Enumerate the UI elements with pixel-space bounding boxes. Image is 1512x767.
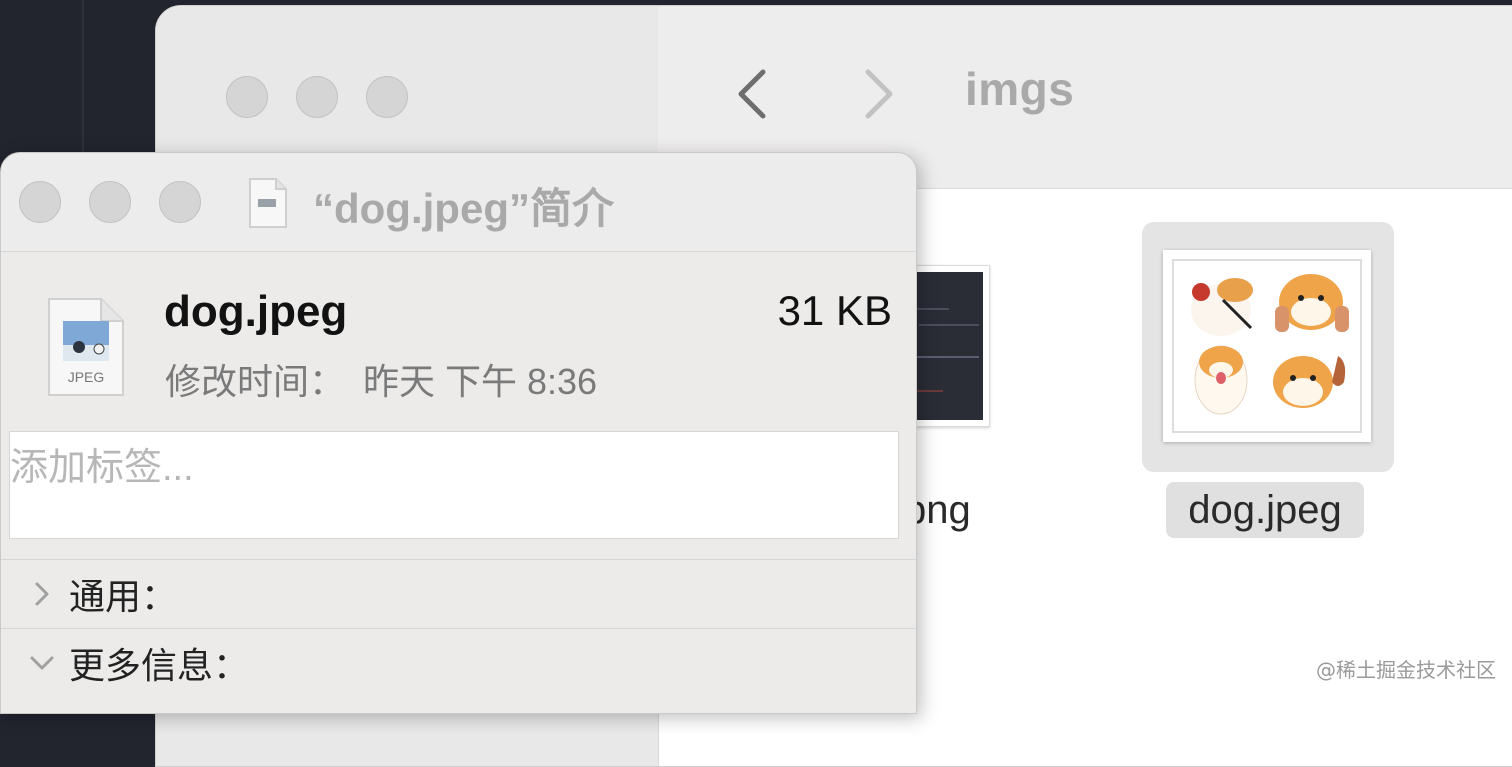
section-more-info[interactable]: 更多信息： — [1, 628, 916, 697]
modified-label: 修改时间： — [165, 361, 346, 402]
close-button[interactable] — [226, 76, 268, 118]
finder-title: imgs — [965, 63, 1075, 115]
file-icon-label: JPEG — [67, 369, 105, 385]
forward-button[interactable] — [858, 64, 898, 124]
watermark: @稀土掘金技术社区 — [1316, 658, 1496, 682]
chevron-right-icon — [35, 582, 49, 606]
info-zoom-button[interactable] — [159, 181, 201, 223]
dog-file-name[interactable]: dog.jpeg — [1166, 482, 1364, 538]
back-button[interactable] — [733, 64, 773, 124]
tag-placeholder: 添加标签... — [10, 447, 194, 489]
document-icon — [246, 177, 290, 229]
info-minimize-button[interactable] — [89, 181, 131, 223]
chevron-right-icon — [865, 69, 893, 119]
get-info-window: “dog.jpeg”简介 JPEG dog.jpeg 31 KB 修改时间： 昨… — [0, 152, 917, 714]
section-general[interactable]: 通用： — [1, 559, 916, 628]
info-titlebar: “dog.jpeg”简介 — [1, 153, 916, 252]
chevron-left-icon — [738, 69, 766, 119]
zoom-button[interactable] — [366, 76, 408, 118]
info-file-size: 31 KB — [777, 287, 892, 334]
chevron-down-icon — [30, 656, 54, 670]
dog-image-thumbnail[interactable] — [1163, 250, 1371, 442]
section-more-info-label: 更多信息： — [69, 645, 250, 686]
add-tags-field[interactable]: 添加标签... — [9, 431, 899, 539]
info-close-button[interactable] — [19, 181, 61, 223]
info-file-name: dog.jpeg — [164, 287, 348, 336]
info-window-title: “dog.jpeg”简介 — [313, 185, 614, 232]
jpeg-file-icon: JPEG — [45, 295, 127, 399]
minimize-button[interactable] — [296, 76, 338, 118]
modified-value: 昨天 下午 8:36 — [363, 361, 598, 402]
section-general-label: 通用： — [69, 576, 178, 617]
